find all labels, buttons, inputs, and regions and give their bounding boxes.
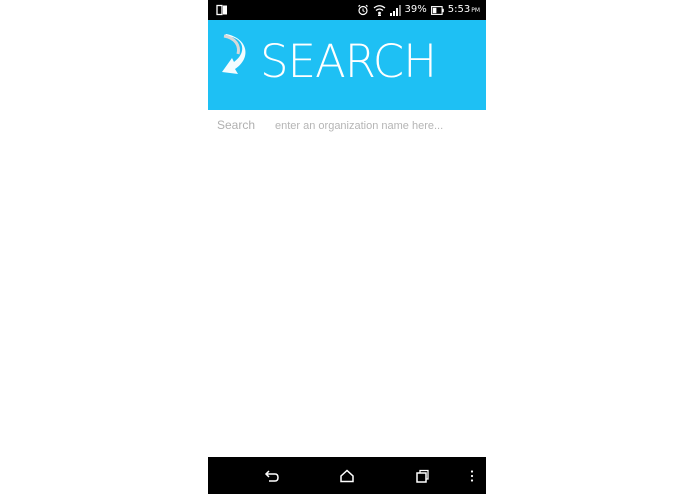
- status-icons: 39% 5:53PM: [357, 3, 480, 18]
- app-header: SEARCH: [208, 20, 486, 110]
- page-title: SEARCH: [260, 35, 437, 88]
- organization-search-input[interactable]: [271, 115, 479, 137]
- back-icon[interactable]: [262, 466, 282, 486]
- battery-icon: [430, 5, 444, 15]
- notification-icon: [216, 4, 228, 16]
- system-nav-bar: [208, 457, 486, 494]
- home-icon[interactable]: [337, 466, 357, 486]
- time-suffix: PM: [471, 6, 480, 14]
- status-bar: 39% 5:53PM: [208, 0, 486, 20]
- search-label: Search: [217, 118, 256, 132]
- alarm-icon: [357, 4, 369, 16]
- search-row: Search: [208, 110, 486, 142]
- time-value: 5:53: [447, 3, 471, 15]
- recent-apps-icon[interactable]: [412, 466, 432, 486]
- overflow-menu-icon[interactable]: [462, 466, 482, 486]
- curved-arrow-logo-icon: [218, 32, 252, 82]
- signal-icon: [389, 4, 401, 16]
- phone-screen: 39% 5:53PM SEARCH Search: [208, 0, 486, 494]
- wifi-icon: [373, 4, 386, 16]
- battery-percent: 39%: [404, 4, 427, 15]
- status-time: 5:53PM: [448, 3, 480, 18]
